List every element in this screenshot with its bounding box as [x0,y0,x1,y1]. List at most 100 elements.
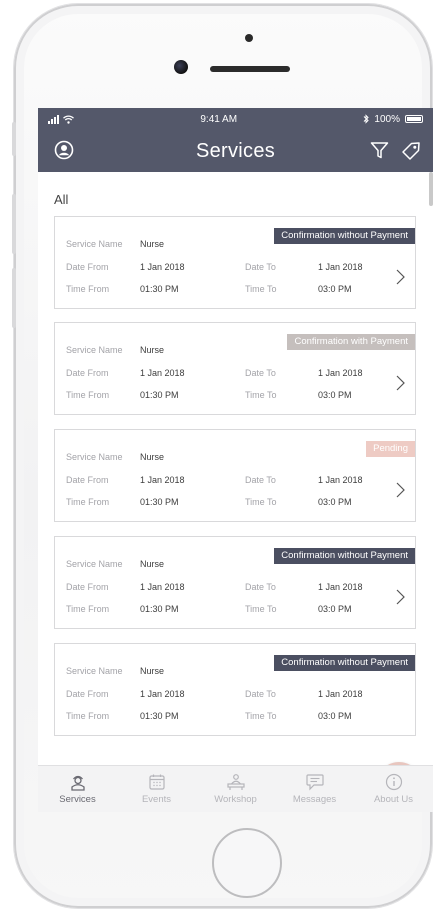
proximity-sensor [245,34,253,42]
tab-workshop[interactable]: Workshop [196,766,275,812]
nurse-icon [70,775,85,791]
battery-icon [405,115,423,123]
chevron-right-icon[interactable] [396,269,405,285]
time-to-label: Time To [245,390,277,400]
tab-label: About Us [373,794,414,805]
tab-events[interactable]: Events [117,766,196,812]
tab-services[interactable]: Services [38,766,117,812]
workshop-icon [226,774,245,790]
chevron-right-icon[interactable] [396,482,405,498]
date-from-label: Date From [66,368,109,378]
service-card[interactable]: Confirmation without Payment Service Nam… [54,643,416,736]
message-icon [305,774,324,791]
services-list[interactable]: All Confirmation without Payment Service… [38,172,433,766]
volume-up-button [12,194,16,254]
tab-label: Workshop [214,794,257,805]
tab-messages[interactable]: Messages [275,766,354,812]
date-from-value: 1 Jan 2018 [140,582,185,592]
date-from-label: Date From [66,582,109,592]
time-to-value: 03:0 PM [318,604,352,614]
date-to-value: 1 Jan 2018 [318,689,363,699]
scrollbar[interactable] [429,172,433,206]
chevron-right-icon[interactable] [396,589,405,605]
date-to-label: Date To [245,582,276,592]
service-name-value: Nurse [140,239,165,249]
service-card[interactable]: Pending Service Name Nurse Date From 1 J… [54,429,416,522]
service-name-value: Nurse [140,559,165,569]
date-from-value: 1 Jan 2018 [140,368,185,378]
service-name-label: Service Name [66,452,123,462]
time-to-label: Time To [245,497,277,507]
date-to-label: Date To [245,475,276,485]
filter-label: All [54,192,69,207]
date-to-value: 1 Jan 2018 [318,475,363,485]
date-to-label: Date To [245,262,276,272]
status-badge: Confirmation without Payment [274,548,415,564]
date-to-value: 1 Jan 2018 [318,582,363,592]
earpiece-speaker [210,66,290,72]
front-camera [174,60,188,74]
service-name-label: Service Name [66,239,123,249]
date-from-label: Date From [66,262,109,272]
time-from-value: 01:30 PM [140,497,179,507]
time-to-label: Time To [245,604,277,614]
volume-down-button [12,268,16,328]
service-name-label: Service Name [66,345,123,355]
time-from-value: 01:30 PM [140,390,179,400]
time-from-value: 01:30 PM [140,284,179,294]
service-card[interactable]: Confirmation without Payment Service Nam… [54,536,416,629]
date-from-label: Date From [66,689,109,699]
time-from-label: Time From [66,497,110,507]
filter-icon[interactable] [370,141,389,160]
service-name-label: Service Name [66,666,123,676]
time-from-label: Time From [66,284,110,294]
tab-label: Messages [292,794,337,805]
time-to-value: 03:0 PM [318,711,352,721]
service-name-value: Nurse [140,345,165,355]
date-from-value: 1 Jan 2018 [140,475,185,485]
time-from-label: Time From [66,711,110,721]
battery-percent: 100% [374,113,400,125]
status-badge: Confirmation without Payment [274,228,415,244]
tab-label: Services [59,794,96,805]
service-name-value: Nurse [140,452,165,462]
time-from-label: Time From [66,390,110,400]
date-from-value: 1 Jan 2018 [140,689,185,699]
user-profile-icon[interactable] [54,140,74,160]
status-badge: Confirmation without Payment [274,655,415,671]
page-title: Services [195,139,276,162]
time-from-label: Time From [66,604,110,614]
app-screen: 9:41 AM 100% Services All Confirmation w… [38,108,433,812]
status-badge: Pending [366,441,415,457]
bluetooth-icon [364,114,370,124]
status-time: 9:41 AM [200,113,238,125]
time-to-value: 03:0 PM [318,284,352,294]
calendar-icon [148,774,165,790]
tab-about-us[interactable]: About Us [354,766,433,812]
date-to-value: 1 Jan 2018 [318,262,363,272]
time-to-value: 03:0 PM [318,497,352,507]
date-to-value: 1 Jan 2018 [318,368,363,378]
time-to-value: 03:0 PM [318,390,352,400]
signal-icon [48,114,59,124]
date-to-label: Date To [245,689,276,699]
tab-bar: Services Events Workshop Messages About … [38,765,433,812]
service-name-label: Service Name [66,559,123,569]
chevron-right-icon[interactable] [396,375,405,391]
service-card[interactable]: Confirmation with Payment Service Name N… [54,322,416,415]
mute-switch [12,122,16,156]
home-button[interactable] [212,828,282,898]
time-to-label: Time To [245,284,277,294]
date-from-label: Date From [66,475,109,485]
time-from-value: 01:30 PM [140,711,179,721]
service-card[interactable]: Confirmation without Payment Service Nam… [54,216,416,309]
nav-bar: Services [38,130,433,172]
date-to-label: Date To [245,368,276,378]
time-to-label: Time To [245,711,277,721]
tag-icon[interactable] [401,141,421,161]
info-icon [385,773,402,791]
tab-label: Events [141,794,172,805]
wifi-icon [63,114,74,124]
service-name-value: Nurse [140,666,165,676]
status-badge: Confirmation with Payment [287,334,415,350]
